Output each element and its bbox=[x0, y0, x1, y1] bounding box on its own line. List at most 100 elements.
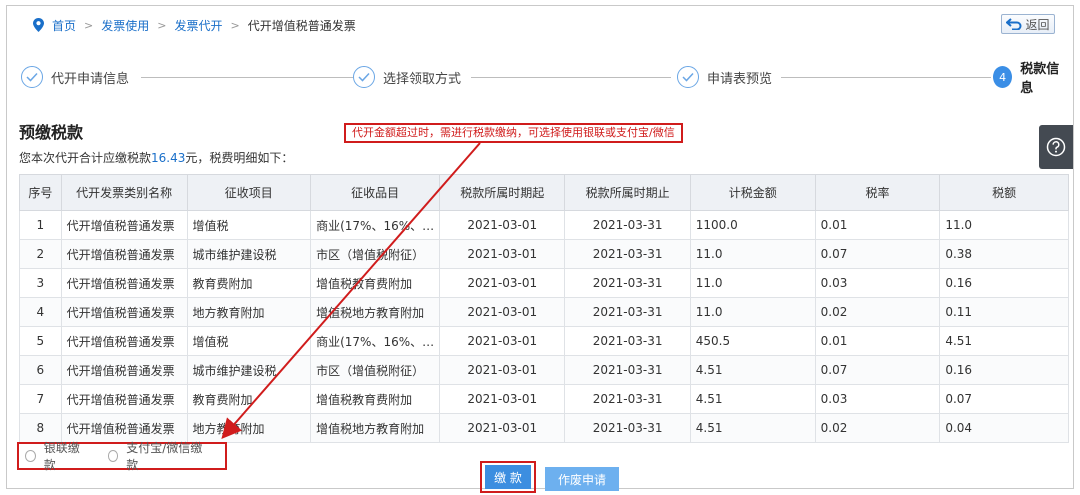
step-tax-info: 4 税款信息 bbox=[993, 62, 1071, 96]
table-cell: 代开增值税普通发票 bbox=[60, 268, 188, 298]
table-cell: 2021-03-31 bbox=[564, 413, 691, 443]
table-cell: 3 bbox=[19, 268, 62, 298]
step-pickup-method: 选择领取方式 bbox=[353, 64, 468, 90]
step-label: 代开申请信息 bbox=[51, 71, 130, 87]
table-cell: 2 bbox=[19, 239, 62, 269]
column-header: 税率 bbox=[814, 174, 941, 211]
summary-amount: 16.43 bbox=[151, 151, 186, 165]
radio-unionpay[interactable] bbox=[25, 450, 36, 462]
table-cell: 0.01 bbox=[814, 326, 941, 356]
table-cell: 2021-03-01 bbox=[439, 355, 566, 385]
step-label: 申请表预览 bbox=[707, 71, 773, 87]
table-cell: 代开增值税普通发票 bbox=[60, 326, 188, 356]
pay-button[interactable]: 缴 款 bbox=[485, 465, 531, 489]
back-button[interactable]: 返回 bbox=[1001, 14, 1055, 34]
table-cell: 450.5 bbox=[689, 326, 816, 356]
content-panel: 首页 > 发票使用 > 发票代开 > 代开增值税普通发票 返回 代开申请信息 选… bbox=[6, 5, 1074, 493]
table-cell: 0.04 bbox=[939, 413, 1069, 443]
table-cell: 城市维护建设税 bbox=[186, 239, 312, 269]
table-cell: 11.0 bbox=[939, 210, 1069, 240]
table-cell: 2021-03-01 bbox=[439, 210, 566, 240]
table-cell: 2021-03-01 bbox=[439, 297, 566, 327]
table-body: 1 代开增值税普通发票 增值税 商业(17%、16%、… 2021-03-01 2021-… bbox=[19, 210, 1069, 443]
table-cell: 市区（增值税附征） bbox=[310, 355, 441, 385]
question-circle-icon bbox=[1046, 137, 1066, 157]
table-cell: 2021-03-01 bbox=[439, 326, 566, 356]
table-cell: 地方教育附加 bbox=[186, 413, 312, 443]
table-cell: 2021-03-31 bbox=[564, 268, 691, 298]
breadcrumb-current: 代开增值税普通发票 bbox=[247, 18, 356, 33]
payment-method-group: 银联缴款 支付宝/微信缴款 bbox=[17, 441, 227, 472]
table-cell: 5 bbox=[19, 326, 62, 356]
section-title: 预缴税款 bbox=[19, 123, 84, 142]
table-cell: 0.16 bbox=[939, 355, 1069, 385]
breadcrumb-separator: > bbox=[230, 18, 240, 32]
pay-button-highlight: 缴 款 bbox=[480, 461, 536, 493]
step-apply-info: 代开申请信息 bbox=[21, 64, 136, 90]
table-cell: 7 bbox=[19, 384, 62, 414]
table-cell: 商业(17%、16%、… bbox=[310, 210, 441, 240]
table-cell: 11.0 bbox=[689, 268, 816, 298]
table-cell: 增值税教育费附加 bbox=[310, 268, 441, 298]
table-cell: 2021-03-31 bbox=[564, 355, 691, 385]
table-cell: 市区（增值税附征） bbox=[310, 239, 441, 269]
table-cell: 4.51 bbox=[689, 384, 816, 414]
column-header: 税额 bbox=[939, 174, 1069, 211]
location-pin-icon bbox=[33, 18, 44, 32]
table-cell: 0.02 bbox=[814, 413, 941, 443]
column-header: 序号 bbox=[19, 174, 62, 211]
breadcrumb-invoice-issue[interactable]: 发票代开 bbox=[174, 17, 222, 34]
table-cell: 2021-03-31 bbox=[564, 326, 691, 356]
table-cell: 代开增值税普通发票 bbox=[60, 384, 188, 414]
table-cell: 0.38 bbox=[939, 239, 1069, 269]
breadcrumb-home[interactable]: 首页 bbox=[52, 17, 76, 34]
radio-label-unionpay: 银联缴款 bbox=[43, 441, 80, 472]
table-cell: 增值税 bbox=[186, 326, 312, 356]
table-cell: 代开增值税普通发票 bbox=[60, 239, 188, 269]
step-form-preview: 申请表预览 bbox=[677, 64, 779, 90]
annotation-callout: 代开金额超过时，需进行税款缴纳，可选择使用银联或支付宝/微信 bbox=[344, 123, 683, 143]
column-header: 征收项目 bbox=[186, 174, 312, 211]
table-cell: 4.51 bbox=[939, 326, 1069, 356]
table-cell: 地方教育附加 bbox=[186, 297, 312, 327]
table-cell: 0.11 bbox=[939, 297, 1069, 327]
table-header-row: 序号 代开发票类别名称 征收项目 征收品目 税款所属时期起 税款所属时期止 计税金额 税率 税额 bbox=[19, 174, 1069, 211]
column-header: 征收品目 bbox=[310, 174, 441, 211]
column-header: 税款所属时期止 bbox=[564, 174, 691, 211]
table-cell: 4.51 bbox=[689, 413, 816, 443]
table-row: 2 代开增值税普通发票 城市维护建设税 市区（增值税附征） 2021-03-01 2021… bbox=[19, 239, 1069, 269]
table-cell: 商业(17%、16%、… bbox=[310, 326, 441, 356]
progress-steps: 代开申请信息 选择领取方式 申请表预览 4 税款信息 bbox=[21, 62, 1071, 96]
void-application-button[interactable]: 作废申请 bbox=[545, 467, 619, 491]
table-cell: 0.16 bbox=[939, 268, 1069, 298]
table-cell: 0.03 bbox=[814, 384, 941, 414]
table-cell: 1100.0 bbox=[689, 210, 816, 240]
step-connector bbox=[141, 77, 353, 78]
table-cell: 2021-03-31 bbox=[564, 297, 691, 327]
check-circle-icon bbox=[21, 66, 43, 88]
table-cell: 0.07 bbox=[814, 239, 941, 269]
breadcrumb: 首页 > 发票使用 > 发票代开 > 代开增值税普通发票 bbox=[33, 16, 356, 34]
radio-alipay-wechat[interactable] bbox=[107, 450, 119, 462]
step-label: 税款信息 bbox=[1020, 62, 1060, 96]
table-cell: 4.51 bbox=[689, 355, 816, 385]
return-arrow-icon bbox=[1006, 18, 1022, 30]
table-cell: 2021-03-01 bbox=[439, 384, 566, 414]
table-cell: 0.02 bbox=[814, 297, 941, 327]
breadcrumb-separator: > bbox=[84, 18, 94, 32]
summary-prefix: 您本次代开合计应缴税款 bbox=[19, 151, 152, 165]
breadcrumb-invoice-use[interactable]: 发票使用 bbox=[101, 17, 149, 34]
table-cell: 2021-03-31 bbox=[564, 210, 691, 240]
table-cell: 6 bbox=[19, 355, 62, 385]
table-cell: 2021-03-01 bbox=[439, 268, 566, 298]
table-row: 3 代开增值税普通发票 教育费附加 增值税教育费附加 2021-03-01 2021-03… bbox=[19, 268, 1069, 298]
table-cell: 4 bbox=[19, 297, 62, 327]
table-cell: 代开增值税普通发票 bbox=[60, 355, 188, 385]
table-row: 4 代开增值税普通发票 地方教育附加 增值税地方教育附加 2021-03-01 2021-… bbox=[19, 297, 1069, 327]
step-number-badge: 4 bbox=[993, 66, 1013, 88]
breadcrumb-separator: > bbox=[157, 18, 167, 32]
table-cell: 增值税教育费附加 bbox=[310, 384, 441, 414]
help-button[interactable] bbox=[1039, 125, 1073, 169]
table-cell: 1 bbox=[19, 210, 62, 240]
radio-label-alipay-wechat: 支付宝/微信缴款 bbox=[126, 441, 203, 472]
